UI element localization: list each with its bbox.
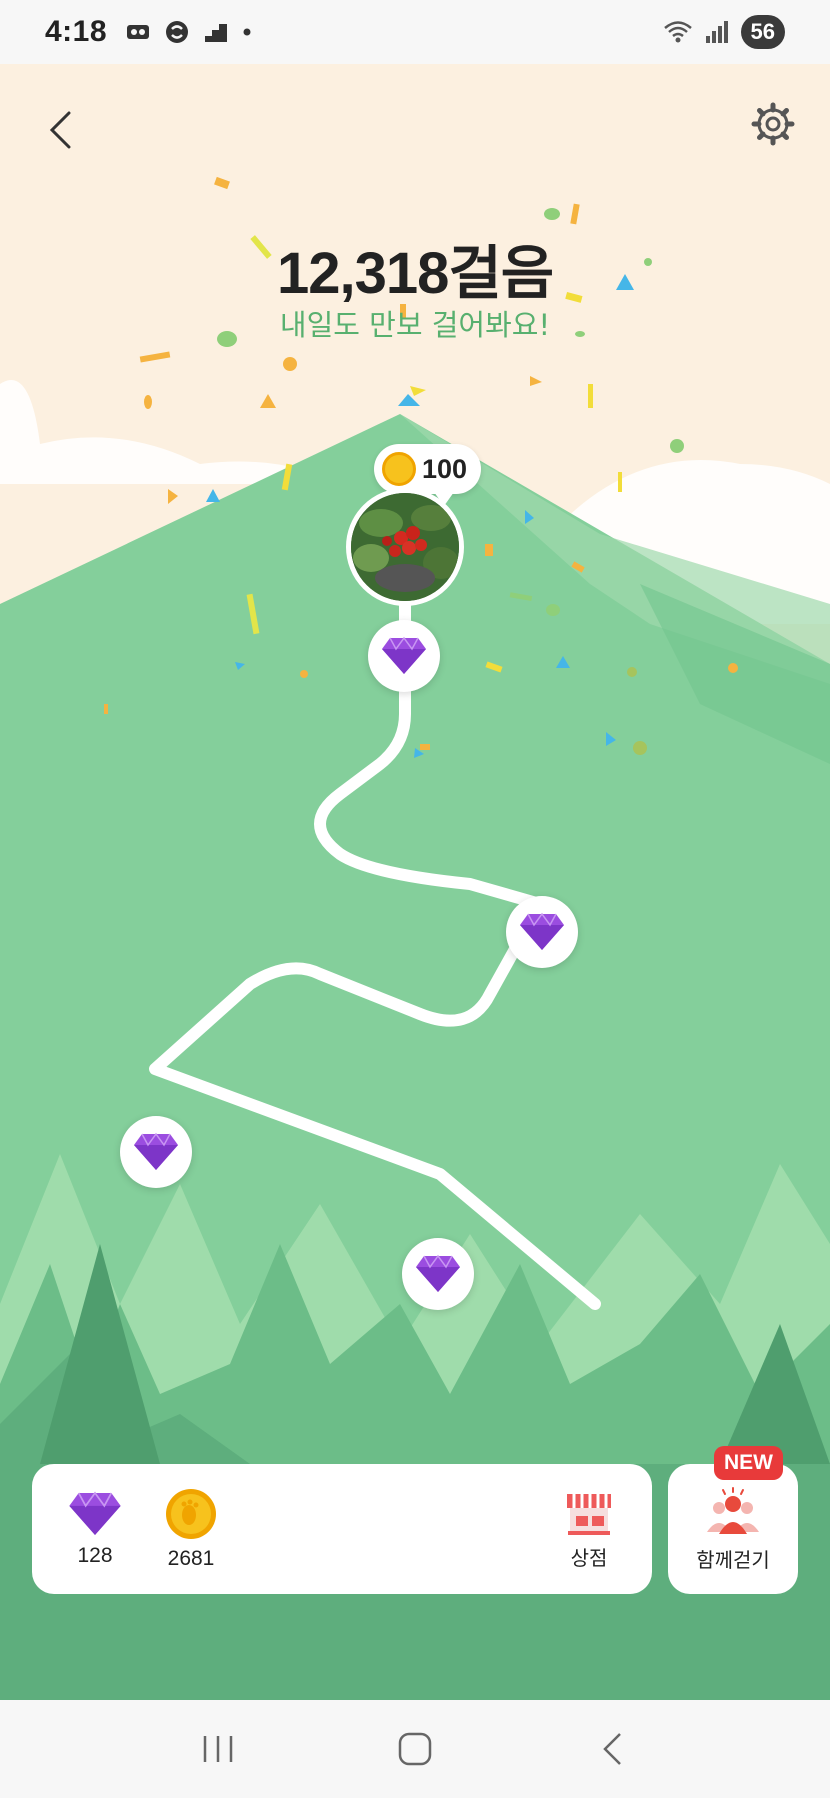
tomato-plant-image xyxy=(351,493,459,601)
walking-scene: 12,318걸음 내일도 만보 걸어봐요! 100 xyxy=(0,64,830,1700)
reward-bubble[interactable]: 100 xyxy=(374,444,482,506)
gem-node[interactable] xyxy=(402,1238,474,1310)
status-time: 4:18 xyxy=(45,15,108,48)
walk-together-button[interactable]: 함께걷기 xyxy=(668,1464,798,1594)
status-right: 56 xyxy=(663,15,785,49)
back-button[interactable] xyxy=(40,100,80,160)
chevron-left-icon xyxy=(49,111,71,149)
gem-icon xyxy=(416,1254,460,1292)
group-people-icon xyxy=(707,1486,759,1534)
signal-icon xyxy=(705,21,728,43)
home-icon xyxy=(398,1732,432,1766)
home-button[interactable] xyxy=(380,1719,450,1779)
settings-button[interactable] xyxy=(748,96,798,152)
reward-amount: 100 xyxy=(422,453,468,484)
recent-apps-icon xyxy=(204,1736,233,1762)
gem-node[interactable] xyxy=(506,896,578,968)
status-bar: 4:18 56 xyxy=(0,0,830,64)
gem-node[interactable] xyxy=(368,620,440,692)
gem-icon xyxy=(520,912,564,950)
walk-together-label: 함께걷기 xyxy=(696,1547,770,1572)
gem-stat[interactable]: 128 xyxy=(60,1490,130,1568)
shop-button[interactable]: 상점 xyxy=(554,1488,624,1571)
coin-stat[interactable]: 2681 xyxy=(156,1487,226,1571)
gear-icon xyxy=(751,102,795,146)
coin-count: 2681 xyxy=(167,1547,215,1570)
battery-indicator: 56 xyxy=(740,15,785,49)
gem-icon xyxy=(134,1132,178,1170)
coin-icon xyxy=(166,1489,216,1539)
system-nav-bar xyxy=(0,1700,830,1798)
wifi-icon xyxy=(663,21,692,43)
inventory-panel: 128 2681 상점 xyxy=(32,1464,652,1594)
voicemail-icon xyxy=(127,25,150,39)
step-encouragement: 내일도 만보 걸어봐요! xyxy=(279,308,551,342)
step-count-title: 12,318걸음 xyxy=(276,241,554,306)
stairs-icon xyxy=(205,24,228,42)
gem-icon xyxy=(69,1491,121,1535)
status-notification-icons xyxy=(127,20,251,44)
gem-icon xyxy=(382,636,426,674)
gem-node[interactable] xyxy=(120,1116,192,1188)
dot-icon xyxy=(243,28,251,36)
store-icon xyxy=(567,1493,611,1535)
chevron-left-icon xyxy=(602,1733,621,1765)
plant-goal-node[interactable] xyxy=(346,488,464,606)
shop-label: 상점 xyxy=(570,1545,608,1570)
system-back-button[interactable] xyxy=(577,1719,647,1779)
samsung-pay-icon xyxy=(166,21,189,43)
coin-icon xyxy=(382,452,416,486)
recent-apps-button[interactable] xyxy=(183,1719,253,1779)
gem-count: 128 xyxy=(77,1544,113,1567)
new-badge: NEW xyxy=(714,1446,783,1480)
